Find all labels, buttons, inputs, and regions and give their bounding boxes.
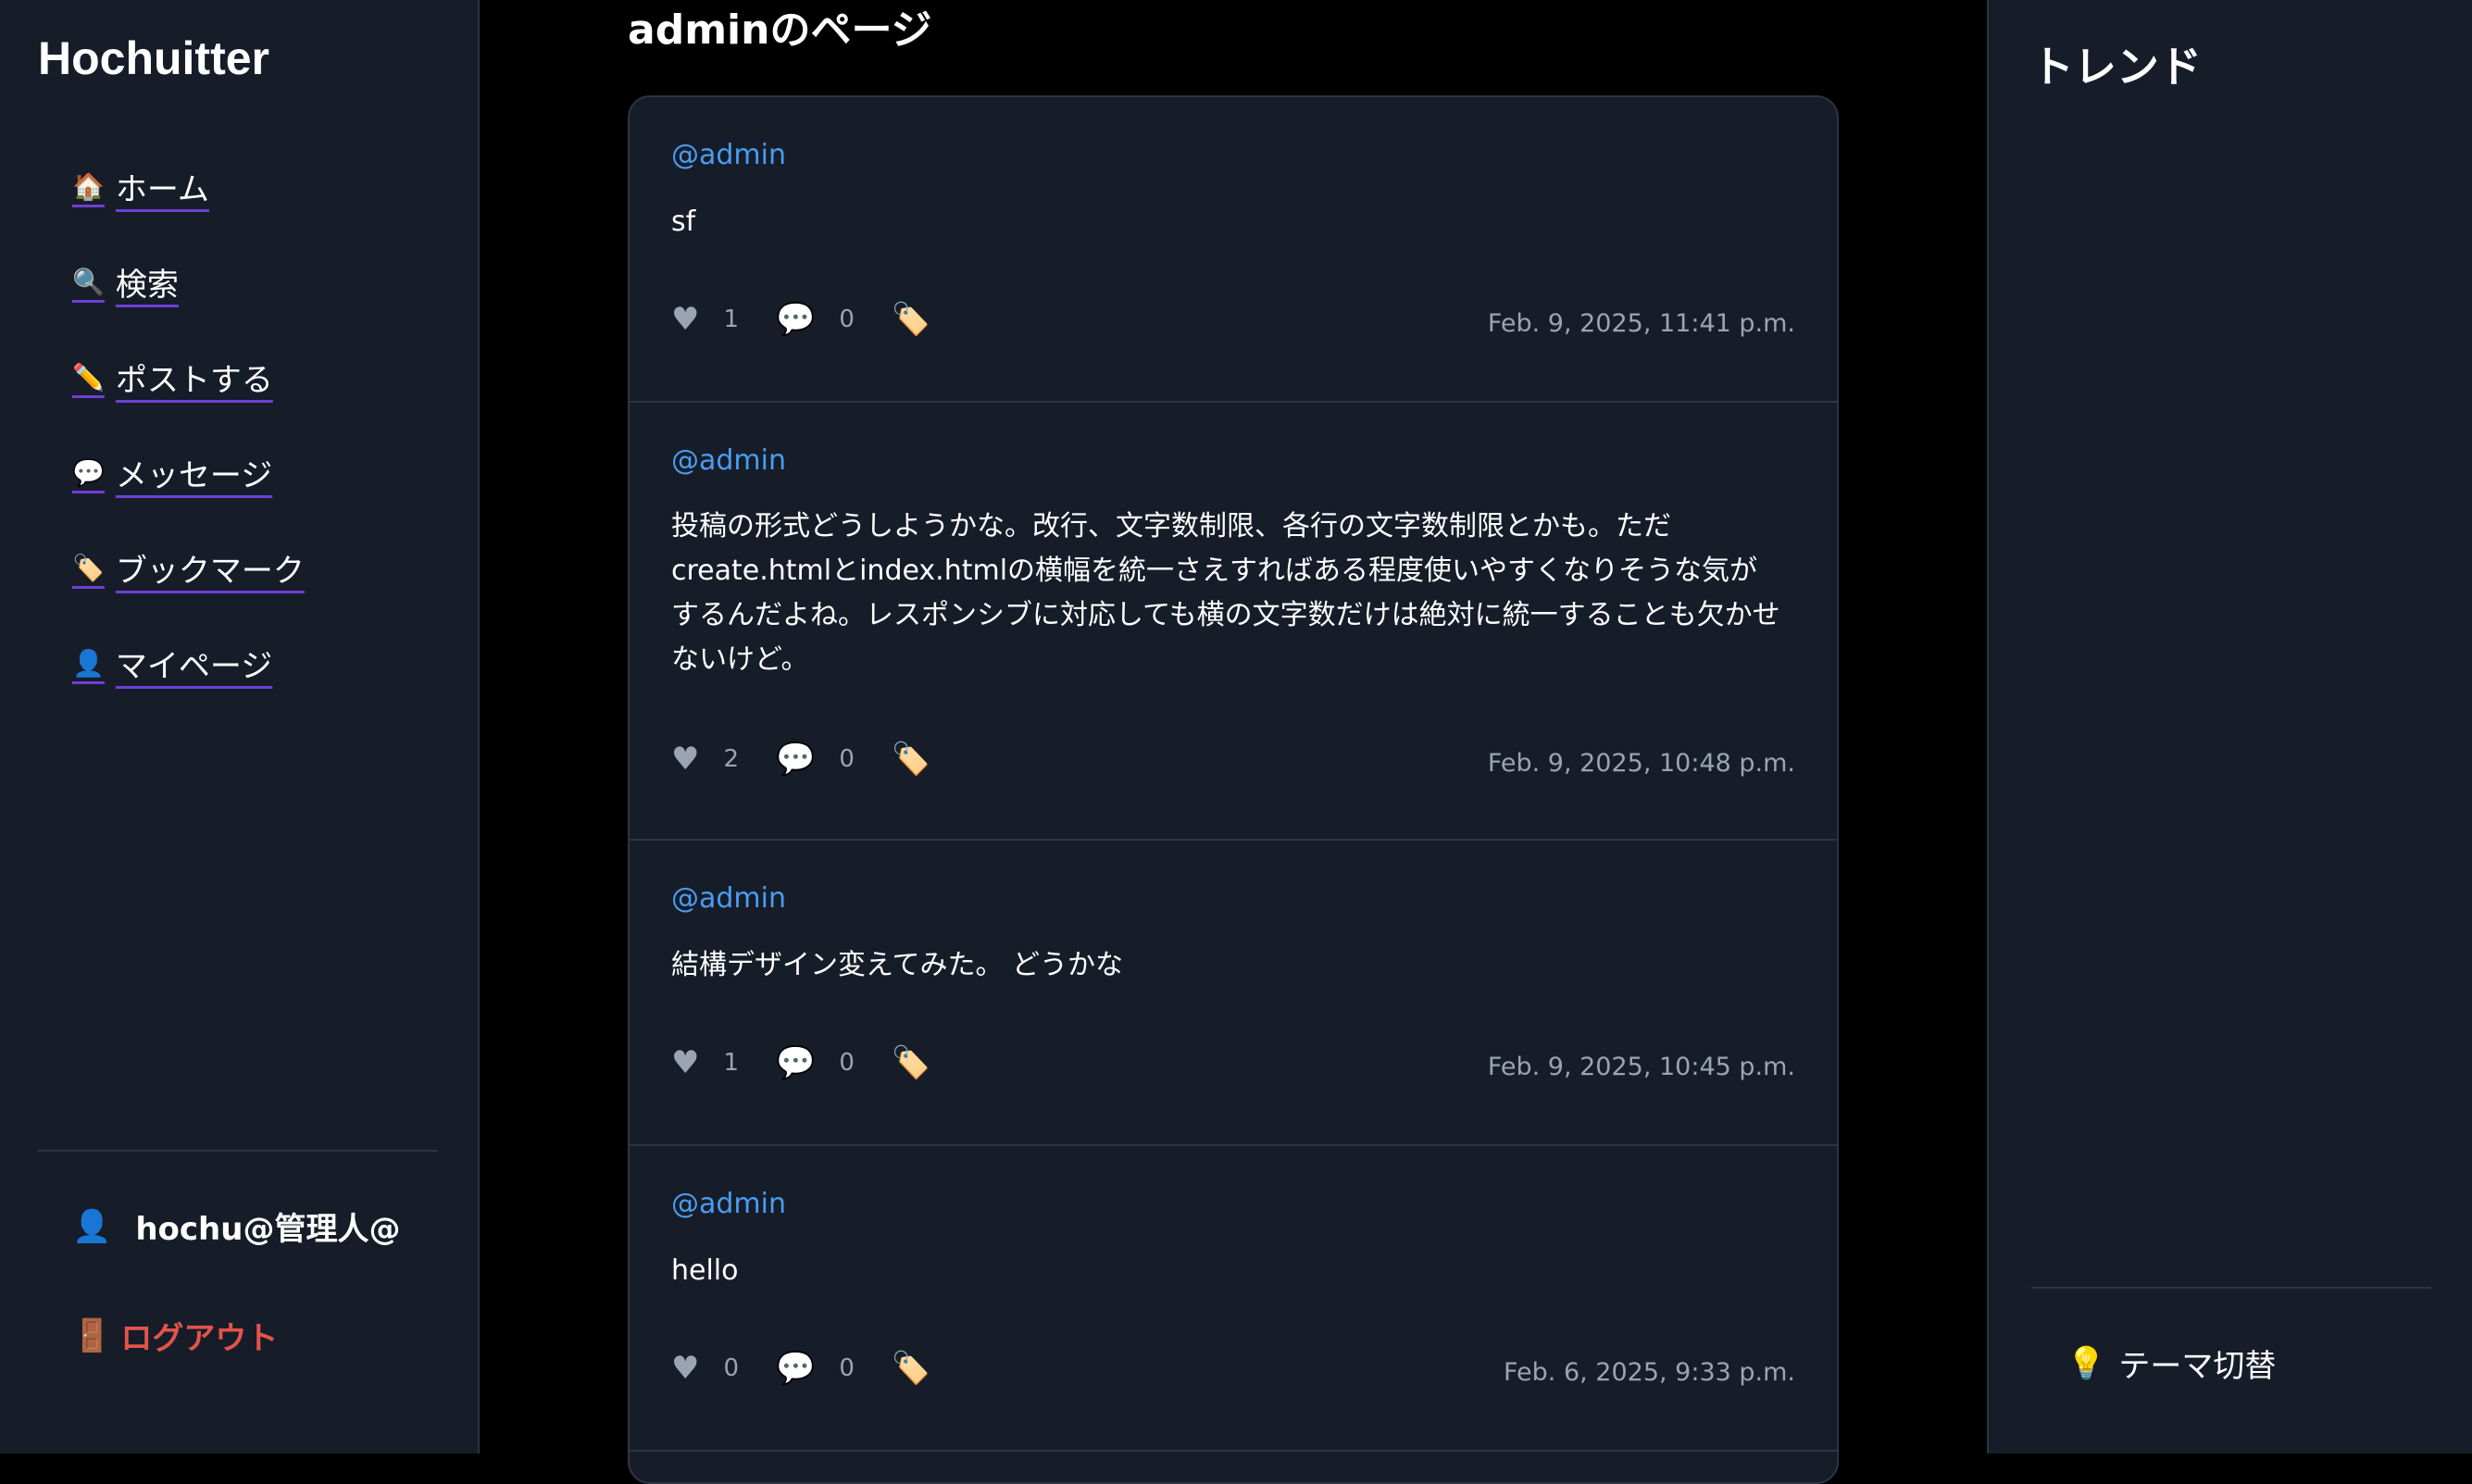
comment-count: 0 bbox=[839, 1354, 855, 1382]
comment-icon: 💬 bbox=[776, 741, 816, 778]
home-icon: 🏠 bbox=[72, 171, 105, 202]
nav-label-post: ポストする bbox=[115, 362, 273, 399]
comment-count: 0 bbox=[839, 745, 855, 773]
heart-icon: ♥ bbox=[671, 1350, 700, 1387]
like-button[interactable]: ♥ 1 bbox=[671, 1044, 739, 1081]
nav-label-messages: メッセージ bbox=[115, 457, 273, 494]
right-sidebar: トレンド 💡 テーマ切替 bbox=[1987, 0, 2472, 1453]
nav-item-post[interactable]: ✏️ ポストする bbox=[72, 330, 305, 425]
trend-title: トレンド bbox=[2031, 42, 2202, 92]
post-author-link[interactable]: @admin bbox=[671, 882, 786, 915]
bookmark-icon: 🏷️ bbox=[891, 1350, 931, 1387]
user-name: hochu@管理人@ bbox=[135, 1211, 401, 1248]
speech-bubble-icon: 💬 bbox=[72, 457, 105, 488]
nav-link-bookmarks[interactable]: 🏷️ ブックマーク bbox=[72, 545, 305, 591]
post-feed: @admin sf ♥ 1 💬 0 🏷️ Feb. 9, 2025, 11:41… bbox=[628, 95, 1839, 1484]
post-timestamp: Feb. 6, 2025, 9:33 p.m. bbox=[1503, 1358, 1795, 1387]
bookmark-icon: 🏷️ bbox=[891, 301, 931, 338]
comment-icon: 💬 bbox=[776, 1350, 816, 1387]
left-sidebar: Hochuitter 🏠 ホーム 🔍 検索 ✏️ ポストする 💬 メッセージ 🏷… bbox=[0, 0, 480, 1453]
sidebar-divider bbox=[38, 1150, 438, 1152]
nav-item-home[interactable]: 🏠 ホーム bbox=[72, 139, 305, 234]
search-icon: 🔍 bbox=[72, 267, 105, 297]
bookmark-icon: 🏷️ bbox=[891, 1044, 931, 1081]
post-timestamp: Feb. 9, 2025, 10:45 p.m. bbox=[1487, 1053, 1795, 1081]
nav-link-post[interactable]: ✏️ ポストする bbox=[72, 355, 273, 400]
bookmark-icon: 🏷️ bbox=[891, 741, 931, 778]
right-divider bbox=[2031, 1287, 2431, 1289]
like-count: 1 bbox=[723, 1049, 740, 1077]
logout-button[interactable]: 🚪 ログアウト bbox=[72, 1313, 278, 1358]
nav-label-search: 検索 bbox=[115, 267, 179, 304]
nav-item-search[interactable]: 🔍 検索 bbox=[72, 234, 305, 330]
page-title: adminのページ bbox=[628, 6, 932, 54]
post-author-link[interactable]: @admin bbox=[671, 1188, 786, 1220]
comment-button[interactable]: 💬 0 bbox=[776, 1350, 855, 1387]
heart-icon: ♥ bbox=[671, 301, 700, 338]
comment-button[interactable]: 💬 0 bbox=[776, 1044, 855, 1081]
like-count: 2 bbox=[723, 745, 740, 773]
like-button[interactable]: ♥ 0 bbox=[671, 1350, 739, 1387]
post-actions: ♥ 0 💬 0 🏷️ bbox=[671, 1350, 968, 1387]
post-timestamp: Feb. 9, 2025, 11:41 p.m. bbox=[1487, 309, 1795, 338]
comment-icon: 💬 bbox=[776, 301, 816, 338]
nav-link-home[interactable]: 🏠 ホーム bbox=[72, 164, 209, 209]
brand-logo[interactable]: Hochuitter bbox=[38, 31, 269, 85]
post-author-link[interactable]: @admin bbox=[671, 139, 786, 171]
main-column: adminのページ @admin sf ♥ 1 💬 0 🏷️ Feb. 9, 2… bbox=[480, 0, 1987, 1484]
heart-icon: ♥ bbox=[671, 741, 700, 778]
nav-link-search[interactable]: 🔍 検索 bbox=[72, 259, 179, 305]
like-count: 1 bbox=[723, 306, 740, 333]
comment-button[interactable]: 💬 0 bbox=[776, 301, 855, 338]
bookmark-button[interactable]: 🏷️ bbox=[892, 301, 930, 338]
nav-link-messages[interactable]: 💬 メッセージ bbox=[72, 450, 272, 495]
like-button[interactable]: ♥ 2 bbox=[671, 741, 739, 778]
post-body: 結構デザイン変えてみた。 どうかな bbox=[671, 949, 1124, 981]
post-item: @admin hello ♥ 0 💬 0 🏷️ Feb. 6, 2025, 9:… bbox=[630, 1146, 1837, 1452]
post-actions: ♥ 1 💬 0 🏷️ bbox=[671, 1044, 968, 1081]
comment-icon: 💬 bbox=[776, 1044, 816, 1081]
post-item: @admin 結構デザイン変えてみた。 どうかな ♥ 1 💬 0 🏷️ Feb.… bbox=[630, 841, 1837, 1146]
user-avatar-icon: 👤 bbox=[72, 1207, 112, 1245]
lightbulb-icon: 💡 bbox=[2066, 1344, 2106, 1382]
bookmark-button[interactable]: 🏷️ bbox=[892, 1044, 930, 1081]
post-timestamp: Feb. 9, 2025, 10:48 p.m. bbox=[1487, 749, 1795, 778]
nav-link-mypage[interactable]: 👤 マイページ bbox=[72, 641, 272, 686]
logout-label: ログアウト bbox=[120, 1320, 279, 1357]
like-count: 0 bbox=[723, 1354, 740, 1382]
heart-icon: ♥ bbox=[671, 1044, 700, 1081]
door-icon: 🚪 bbox=[72, 1316, 112, 1354]
theme-toggle-label: テーマ切替 bbox=[2118, 1348, 2277, 1385]
bookmark-tag-icon: 🏷️ bbox=[72, 553, 105, 583]
theme-toggle-button[interactable]: 💡 テーマ切替 bbox=[2066, 1341, 2276, 1386]
user-icon: 👤 bbox=[72, 648, 105, 679]
nav-label-mypage: マイページ bbox=[115, 648, 273, 685]
post-item: @admin 投稿の形式どうしようかな。改行、文字数制限、各行の文字数制限とかも… bbox=[630, 403, 1837, 841]
nav-label-bookmarks: ブックマーク bbox=[115, 553, 305, 590]
main-nav: 🏠 ホーム 🔍 検索 ✏️ ポストする 💬 メッセージ 🏷️ ブックマーク 👤 … bbox=[72, 139, 305, 711]
like-button[interactable]: ♥ 1 bbox=[671, 301, 739, 338]
nav-item-mypage[interactable]: 👤 マイページ bbox=[72, 616, 305, 711]
post-body: sf bbox=[671, 206, 696, 238]
post-item: @admin sf ♥ 1 💬 0 🏷️ Feb. 9, 2025, 11:41… bbox=[630, 97, 1837, 403]
comment-count: 0 bbox=[839, 306, 855, 333]
post-author-link[interactable]: @admin bbox=[671, 444, 786, 477]
pencil-icon: ✏️ bbox=[72, 362, 105, 393]
nav-item-messages[interactable]: 💬 メッセージ bbox=[72, 425, 305, 520]
comment-button[interactable]: 💬 0 bbox=[776, 741, 855, 778]
comment-count: 0 bbox=[839, 1049, 855, 1077]
post-actions: ♥ 2 💬 0 🏷️ bbox=[671, 741, 968, 778]
post-body: hello bbox=[671, 1254, 739, 1287]
bookmark-button[interactable]: 🏷️ bbox=[892, 741, 930, 778]
bookmark-button[interactable]: 🏷️ bbox=[892, 1350, 930, 1387]
post-body: 投稿の形式どうしようかな。改行、文字数制限、各行の文字数制限とかも。ただcrea… bbox=[671, 510, 1780, 676]
current-user[interactable]: 👤 hochu@管理人@ bbox=[72, 1203, 400, 1249]
nav-item-bookmarks[interactable]: 🏷️ ブックマーク bbox=[72, 520, 305, 616]
post-actions: ♥ 1 💬 0 🏷️ bbox=[671, 301, 968, 338]
nav-label-home: ホーム bbox=[115, 171, 209, 208]
